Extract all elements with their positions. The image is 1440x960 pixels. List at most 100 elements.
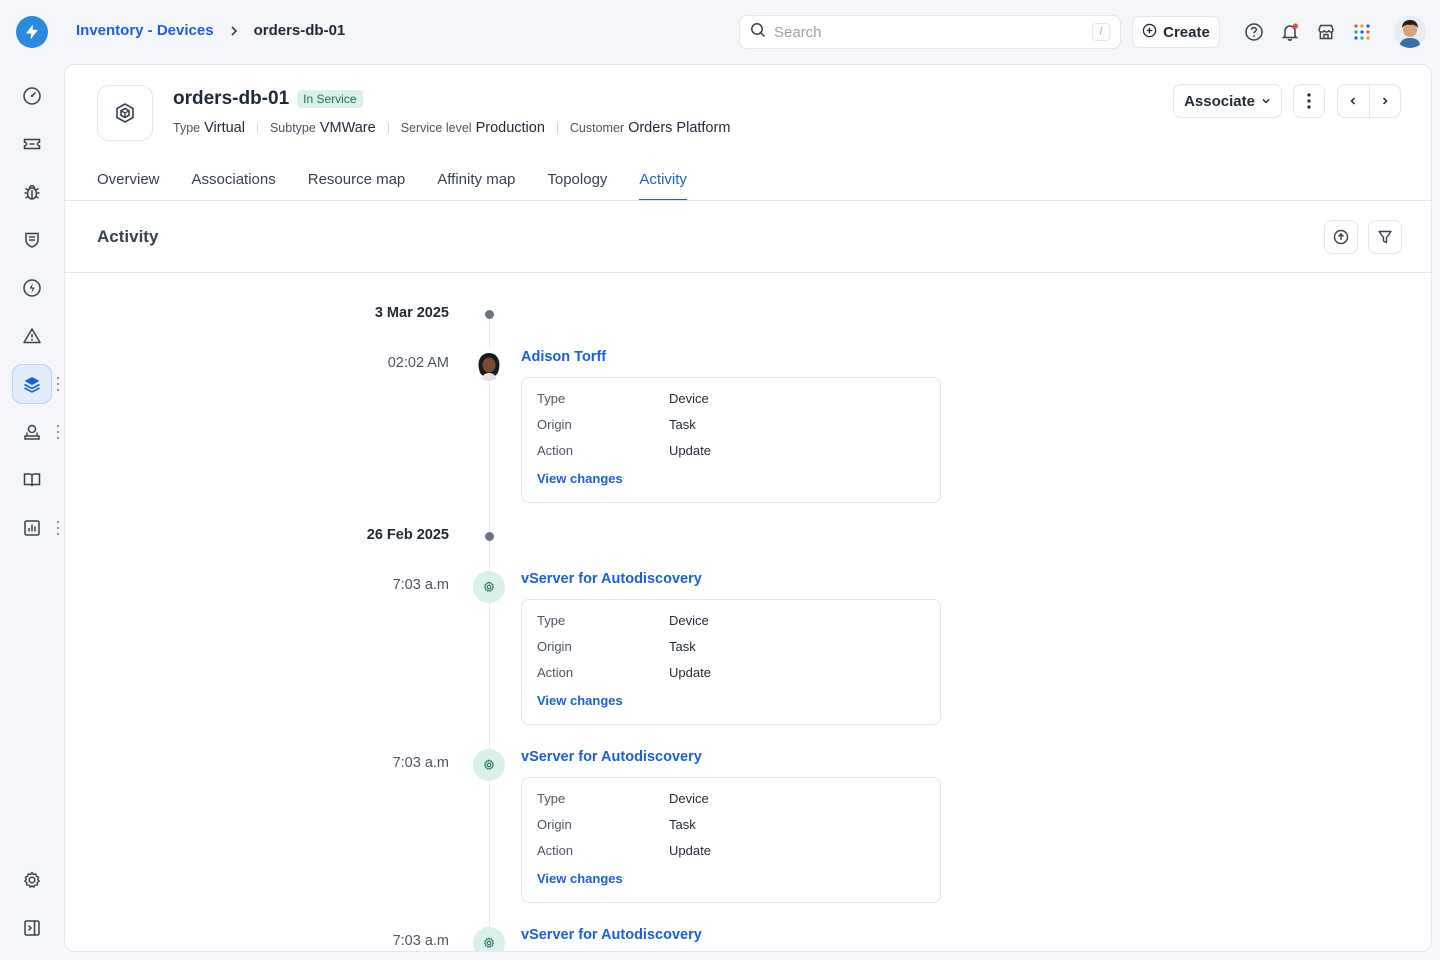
sidebar-item-knowledge[interactable] <box>12 460 52 500</box>
search-input[interactable] <box>774 23 1092 41</box>
system-gear-icon <box>473 927 505 951</box>
timeline-date-dot <box>485 310 494 319</box>
tabs-divider <box>65 200 1431 201</box>
sidebar-expand-toggle[interactable] <box>12 908 52 948</box>
tab-topology[interactable]: Topology <box>547 167 607 201</box>
card-row-origin: Origin Task <box>537 417 696 432</box>
actor-avatar <box>473 349 505 381</box>
store-icon[interactable] <box>1314 20 1338 44</box>
meta-type-label: Type <box>173 121 201 135</box>
create-button-label: Create <box>1163 23 1210 41</box>
meta-divider <box>556 123 558 133</box>
sidebar-item-service-desk[interactable] <box>12 412 52 452</box>
sidebar-item-reports[interactable] <box>12 508 52 548</box>
section-divider <box>65 272 1431 273</box>
breadcrumb-parent-link[interactable]: Inventory - Devices <box>76 22 214 39</box>
card-row-origin: Origin Task <box>537 817 696 832</box>
tab-affinity-map[interactable]: Affinity map <box>437 167 515 201</box>
row-label: Action <box>537 665 574 680</box>
row-value: Task <box>669 417 696 432</box>
view-changes-link[interactable]: View changes <box>537 471 623 486</box>
notifications-bell-icon[interactable] <box>1278 20 1302 44</box>
sidebar-item-releases[interactable] <box>12 268 52 308</box>
search-bar[interactable]: / <box>739 15 1121 49</box>
sidebar-item-settings[interactable] <box>12 860 52 900</box>
associate-button-label: Associate <box>1184 92 1255 110</box>
system-gear-icon <box>473 749 505 781</box>
help-icon[interactable] <box>1242 20 1266 44</box>
sidebar-item-tickets[interactable] <box>12 124 52 164</box>
sidebar-inventory-more-icon[interactable] <box>54 377 62 391</box>
actor-link[interactable]: Adison Torff <box>521 349 606 365</box>
entry-time: 02:02 AM <box>387 355 449 371</box>
row-value: Device <box>669 791 709 806</box>
card-row-action: Action Update <box>537 443 711 458</box>
device-meta: Type Virtual Subtype VMWare Service leve… <box>173 120 730 136</box>
entry-time: 7:03 a.m <box>392 577 449 593</box>
card-row-origin: Origin Task <box>537 639 696 654</box>
row-value: Task <box>669 817 696 832</box>
next-record-button[interactable] <box>1370 85 1401 117</box>
view-changes-link[interactable]: View changes <box>537 693 623 708</box>
row-value: Update <box>669 443 711 458</box>
more-vertical-icon <box>1307 93 1311 109</box>
meta-type-value: Virtual <box>204 120 245 136</box>
card-row-type: Type Device <box>537 613 709 628</box>
row-label: Origin <box>537 817 572 832</box>
entry-time: 7:03 a.m <box>392 755 449 771</box>
actor-link[interactable]: vServer for Autodiscovery <box>521 749 702 765</box>
timeline-line <box>489 315 490 951</box>
row-label: Type <box>537 391 566 406</box>
sidebar-item-dashboard[interactable] <box>12 76 52 116</box>
chevron-left-icon <box>1350 97 1356 105</box>
section-title: Activity <box>97 227 159 246</box>
filter-button[interactable] <box>1368 220 1402 254</box>
device-name: orders-db-01 <box>173 88 290 109</box>
previous-record-button[interactable] <box>1338 85 1370 117</box>
device-type-icon <box>97 85 153 141</box>
row-label: Origin <box>537 639 572 654</box>
user-avatar[interactable] <box>1394 16 1426 48</box>
tab-resource-map[interactable]: Resource map <box>308 167 406 201</box>
entry-time: 7:03 a.m <box>392 933 449 949</box>
sidebar-item-alerts[interactable] <box>12 316 52 356</box>
tab-associations[interactable]: Associations <box>192 167 276 201</box>
bolt-circle-icon <box>23 279 41 297</box>
actor-link[interactable]: vServer for Autodiscovery <box>521 571 702 587</box>
apps-grid-icon[interactable] <box>1350 20 1374 44</box>
tab-activity[interactable]: Activity <box>639 167 687 201</box>
sidebar-service-desk-more-icon[interactable] <box>54 425 62 439</box>
meta-divider <box>256 123 258 133</box>
sidebar-item-problems[interactable] <box>12 172 52 212</box>
actor-link[interactable]: vServer for Autodiscovery <box>521 927 702 943</box>
device-title: orders-db-01 In Service <box>173 88 363 110</box>
row-label: Origin <box>537 417 572 432</box>
chevron-right-icon <box>228 25 240 37</box>
meta-subtype-label: Subtype <box>269 121 316 135</box>
tab-overview[interactable]: Overview <box>97 167 160 201</box>
bug-icon <box>24 185 40 200</box>
more-actions-button[interactable] <box>1293 84 1325 118</box>
row-value: Device <box>669 391 709 406</box>
associate-button[interactable]: Associate <box>1173 84 1282 118</box>
activity-card: Type Device Origin Task Action Update View … <box>521 599 941 725</box>
card-row-action: Action Update <box>537 665 711 680</box>
layers-icon <box>24 377 40 393</box>
sidebar-reports-more-icon[interactable] <box>54 521 62 535</box>
meta-subtype-value: VMWare <box>319 120 376 136</box>
ticket-icon <box>23 138 41 150</box>
sidebar-item-changes[interactable] <box>12 220 52 260</box>
shield-list-icon <box>25 232 39 248</box>
row-value: Task <box>669 639 696 654</box>
export-button[interactable] <box>1324 220 1358 254</box>
warning-icon <box>23 328 41 344</box>
create-button[interactable]: Create <box>1132 16 1220 48</box>
meta-service-level-label: Service level <box>400 121 472 135</box>
card-row-type: Type Device <box>537 791 709 806</box>
meta-customer-label: Customer <box>569 121 625 135</box>
view-changes-link[interactable]: View changes <box>537 871 623 886</box>
sidebar-item-inventory[interactable] <box>12 364 52 404</box>
row-value: Update <box>669 665 711 680</box>
card-row-action: Action Update <box>537 843 711 858</box>
app-logo-icon[interactable] <box>16 16 48 48</box>
